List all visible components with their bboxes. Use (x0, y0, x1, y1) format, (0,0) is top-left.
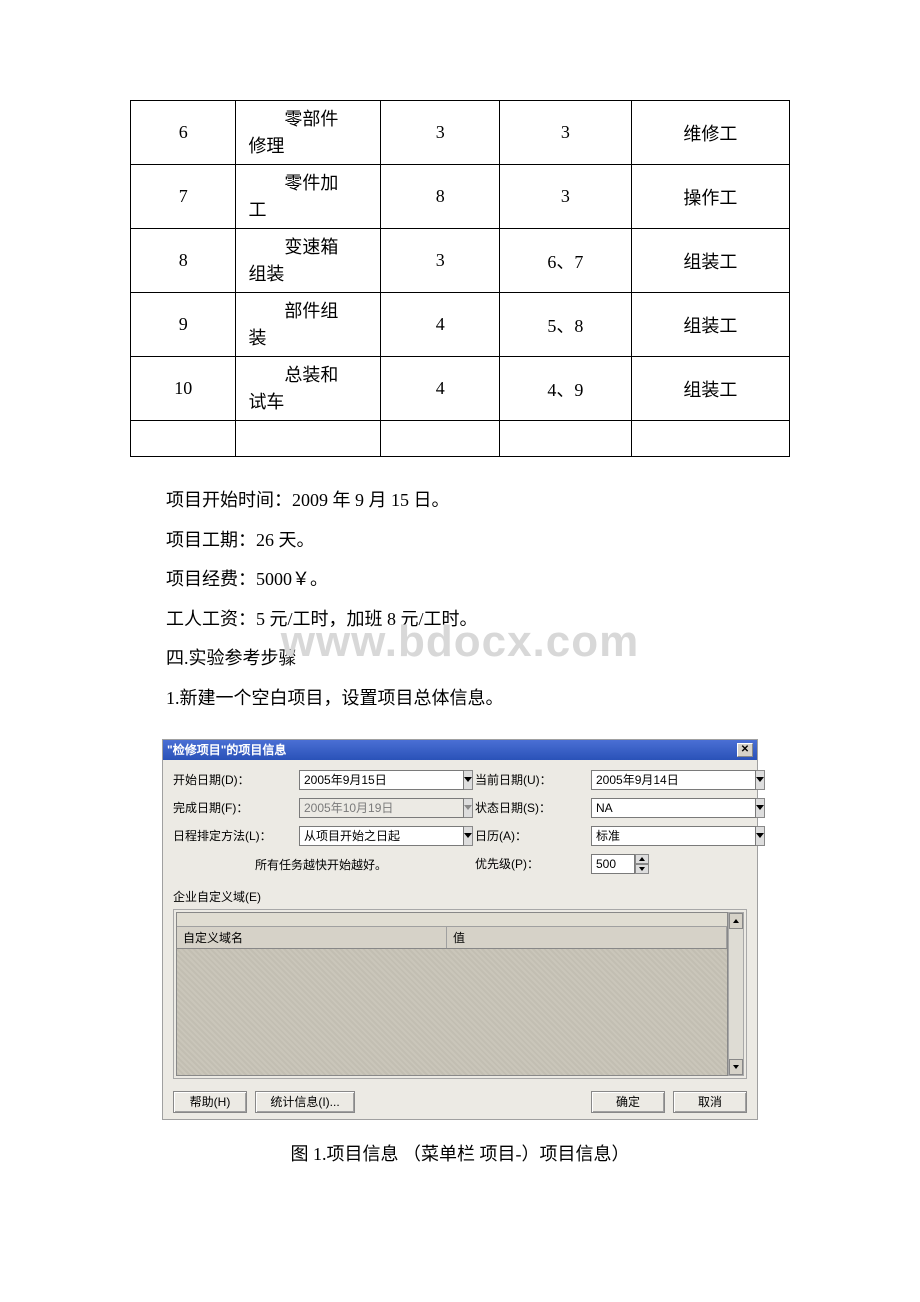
start-date-field[interactable] (299, 770, 464, 790)
current-date-field[interactable] (591, 770, 756, 790)
table-row: 10 总装和试车 4 4、9 组装工 (131, 357, 790, 421)
chevron-down-icon (464, 777, 472, 783)
cell-resource: 组装工 (631, 357, 789, 421)
cell-num: 9 (131, 293, 236, 357)
table-row-empty (131, 421, 790, 457)
paragraph: 1.新建一个空白项目，设置项目总体信息。 (130, 679, 790, 719)
grid-column-name: 自定义域名 (177, 927, 447, 948)
dropdown-button[interactable] (756, 770, 765, 790)
dropdown-button[interactable] (464, 770, 473, 790)
chevron-down-icon (464, 833, 472, 839)
cell-task: 总装和试车 (236, 357, 381, 421)
cell-num: 8 (131, 229, 236, 293)
paragraph: 项目开始时间：2009 年 9 月 15 日。 (130, 481, 790, 521)
calendar-field[interactable] (591, 826, 756, 846)
cancel-button[interactable]: 取消 (673, 1091, 747, 1113)
cell-duration: 8 (381, 165, 500, 229)
dropdown-button (464, 798, 473, 818)
schedule-label: 日程排定方法(L)： (173, 827, 293, 844)
dropdown-button[interactable] (756, 798, 765, 818)
grid-column-value: 值 (447, 927, 727, 948)
schedule-field[interactable] (299, 826, 464, 846)
dialog-title: "检修项目"的项目信息 (167, 740, 286, 760)
grid-body (177, 949, 727, 1075)
scroll-up-button[interactable] (729, 913, 743, 929)
cell-duration: 3 (381, 229, 500, 293)
start-date-label: 开始日期(D)： (173, 771, 293, 788)
current-date-label: 当前日期(U)： (475, 771, 585, 788)
cell-pred: 4、9 (500, 357, 632, 421)
priority-field[interactable] (591, 854, 635, 874)
vertical-scrollbar[interactable] (728, 912, 744, 1076)
cell-pred: 6、7 (500, 229, 632, 293)
cell-num: 10 (131, 357, 236, 421)
section-heading: 四.实验参考步骤 (130, 639, 790, 679)
dialog-titlebar: "检修项目"的项目信息 ✕ (163, 740, 757, 760)
scroll-down-button[interactable] (729, 1059, 743, 1075)
status-date-label: 状态日期(S)： (475, 799, 585, 816)
finish-date-label: 完成日期(F)： (173, 799, 293, 816)
paragraph: 项目工期：26 天。 (130, 521, 790, 561)
cell-resource: 维修工 (631, 101, 789, 165)
chevron-down-icon (756, 777, 764, 783)
chevron-down-icon (464, 805, 472, 811)
chevron-up-icon (639, 857, 645, 861)
cell-duration: 4 (381, 293, 500, 357)
paragraph: 项目经费：5000￥。 (130, 560, 790, 600)
cell-task: 零件加工 (236, 165, 381, 229)
table-row: 9 部件组装 4 5、8 组装工 (131, 293, 790, 357)
chevron-down-icon (756, 833, 764, 839)
priority-label: 优先级(P)： (475, 855, 585, 872)
project-info-dialog-screenshot: "检修项目"的项目信息 ✕ 开始日期(D)： 当前日期(U)： (162, 739, 758, 1120)
dropdown-button[interactable] (756, 826, 765, 846)
schedule-hint: 所有任务越快开始越好。 (173, 854, 469, 873)
custom-fields-label: 企业自定义域(E) (173, 888, 747, 905)
cell-pred: 5、8 (500, 293, 632, 357)
document-content: 6 零部件修理 3 3 维修工 7 零件加工 8 3 操作工 8 变速箱组装 3… (0, 0, 920, 1206)
calendar-label: 日历(A)： (475, 827, 585, 844)
dropdown-button[interactable] (464, 826, 473, 846)
cell-resource: 组装工 (631, 229, 789, 293)
status-date-field[interactable] (591, 798, 756, 818)
grid-header: 自定义域名 值 (177, 927, 727, 949)
finish-date-field (299, 798, 464, 818)
chevron-down-icon (639, 867, 645, 871)
task-table: 6 零部件修理 3 3 维修工 7 零件加工 8 3 操作工 8 变速箱组装 3… (130, 100, 790, 457)
cell-task: 零部件修理 (236, 101, 381, 165)
close-button[interactable]: ✕ (737, 743, 753, 757)
table-row: 6 零部件修理 3 3 维修工 (131, 101, 790, 165)
cell-pred: 3 (500, 101, 632, 165)
cell-resource: 操作工 (631, 165, 789, 229)
cell-pred: 3 (500, 165, 632, 229)
cell-duration: 4 (381, 357, 500, 421)
cell-num: 6 (131, 101, 236, 165)
cell-duration: 3 (381, 101, 500, 165)
chevron-down-icon (733, 1065, 739, 1069)
cell-resource: 组装工 (631, 293, 789, 357)
cell-task: 变速箱组装 (236, 229, 381, 293)
chevron-down-icon (756, 805, 764, 811)
spinner-down-button[interactable] (635, 864, 649, 874)
stats-button[interactable]: 统计信息(I)... (255, 1091, 355, 1113)
cell-num: 7 (131, 165, 236, 229)
chevron-up-icon (733, 919, 739, 923)
help-button[interactable]: 帮助(H) (173, 1091, 247, 1113)
close-icon: ✕ (741, 744, 749, 755)
table-row: 7 零件加工 8 3 操作工 (131, 165, 790, 229)
spinner-up-button[interactable] (635, 854, 649, 864)
custom-fields-group: 自定义域名 值 (173, 909, 747, 1079)
paragraph: 工人工资：5 元/工时，加班 8 元/工时。 (130, 600, 790, 640)
figure-caption: 图 1.项目信息 （菜单栏 项目-）项目信息） (130, 1140, 790, 1166)
ok-button[interactable]: 确定 (591, 1091, 665, 1113)
table-row: 8 变速箱组装 3 6、7 组装工 (131, 229, 790, 293)
cell-task: 部件组装 (236, 293, 381, 357)
